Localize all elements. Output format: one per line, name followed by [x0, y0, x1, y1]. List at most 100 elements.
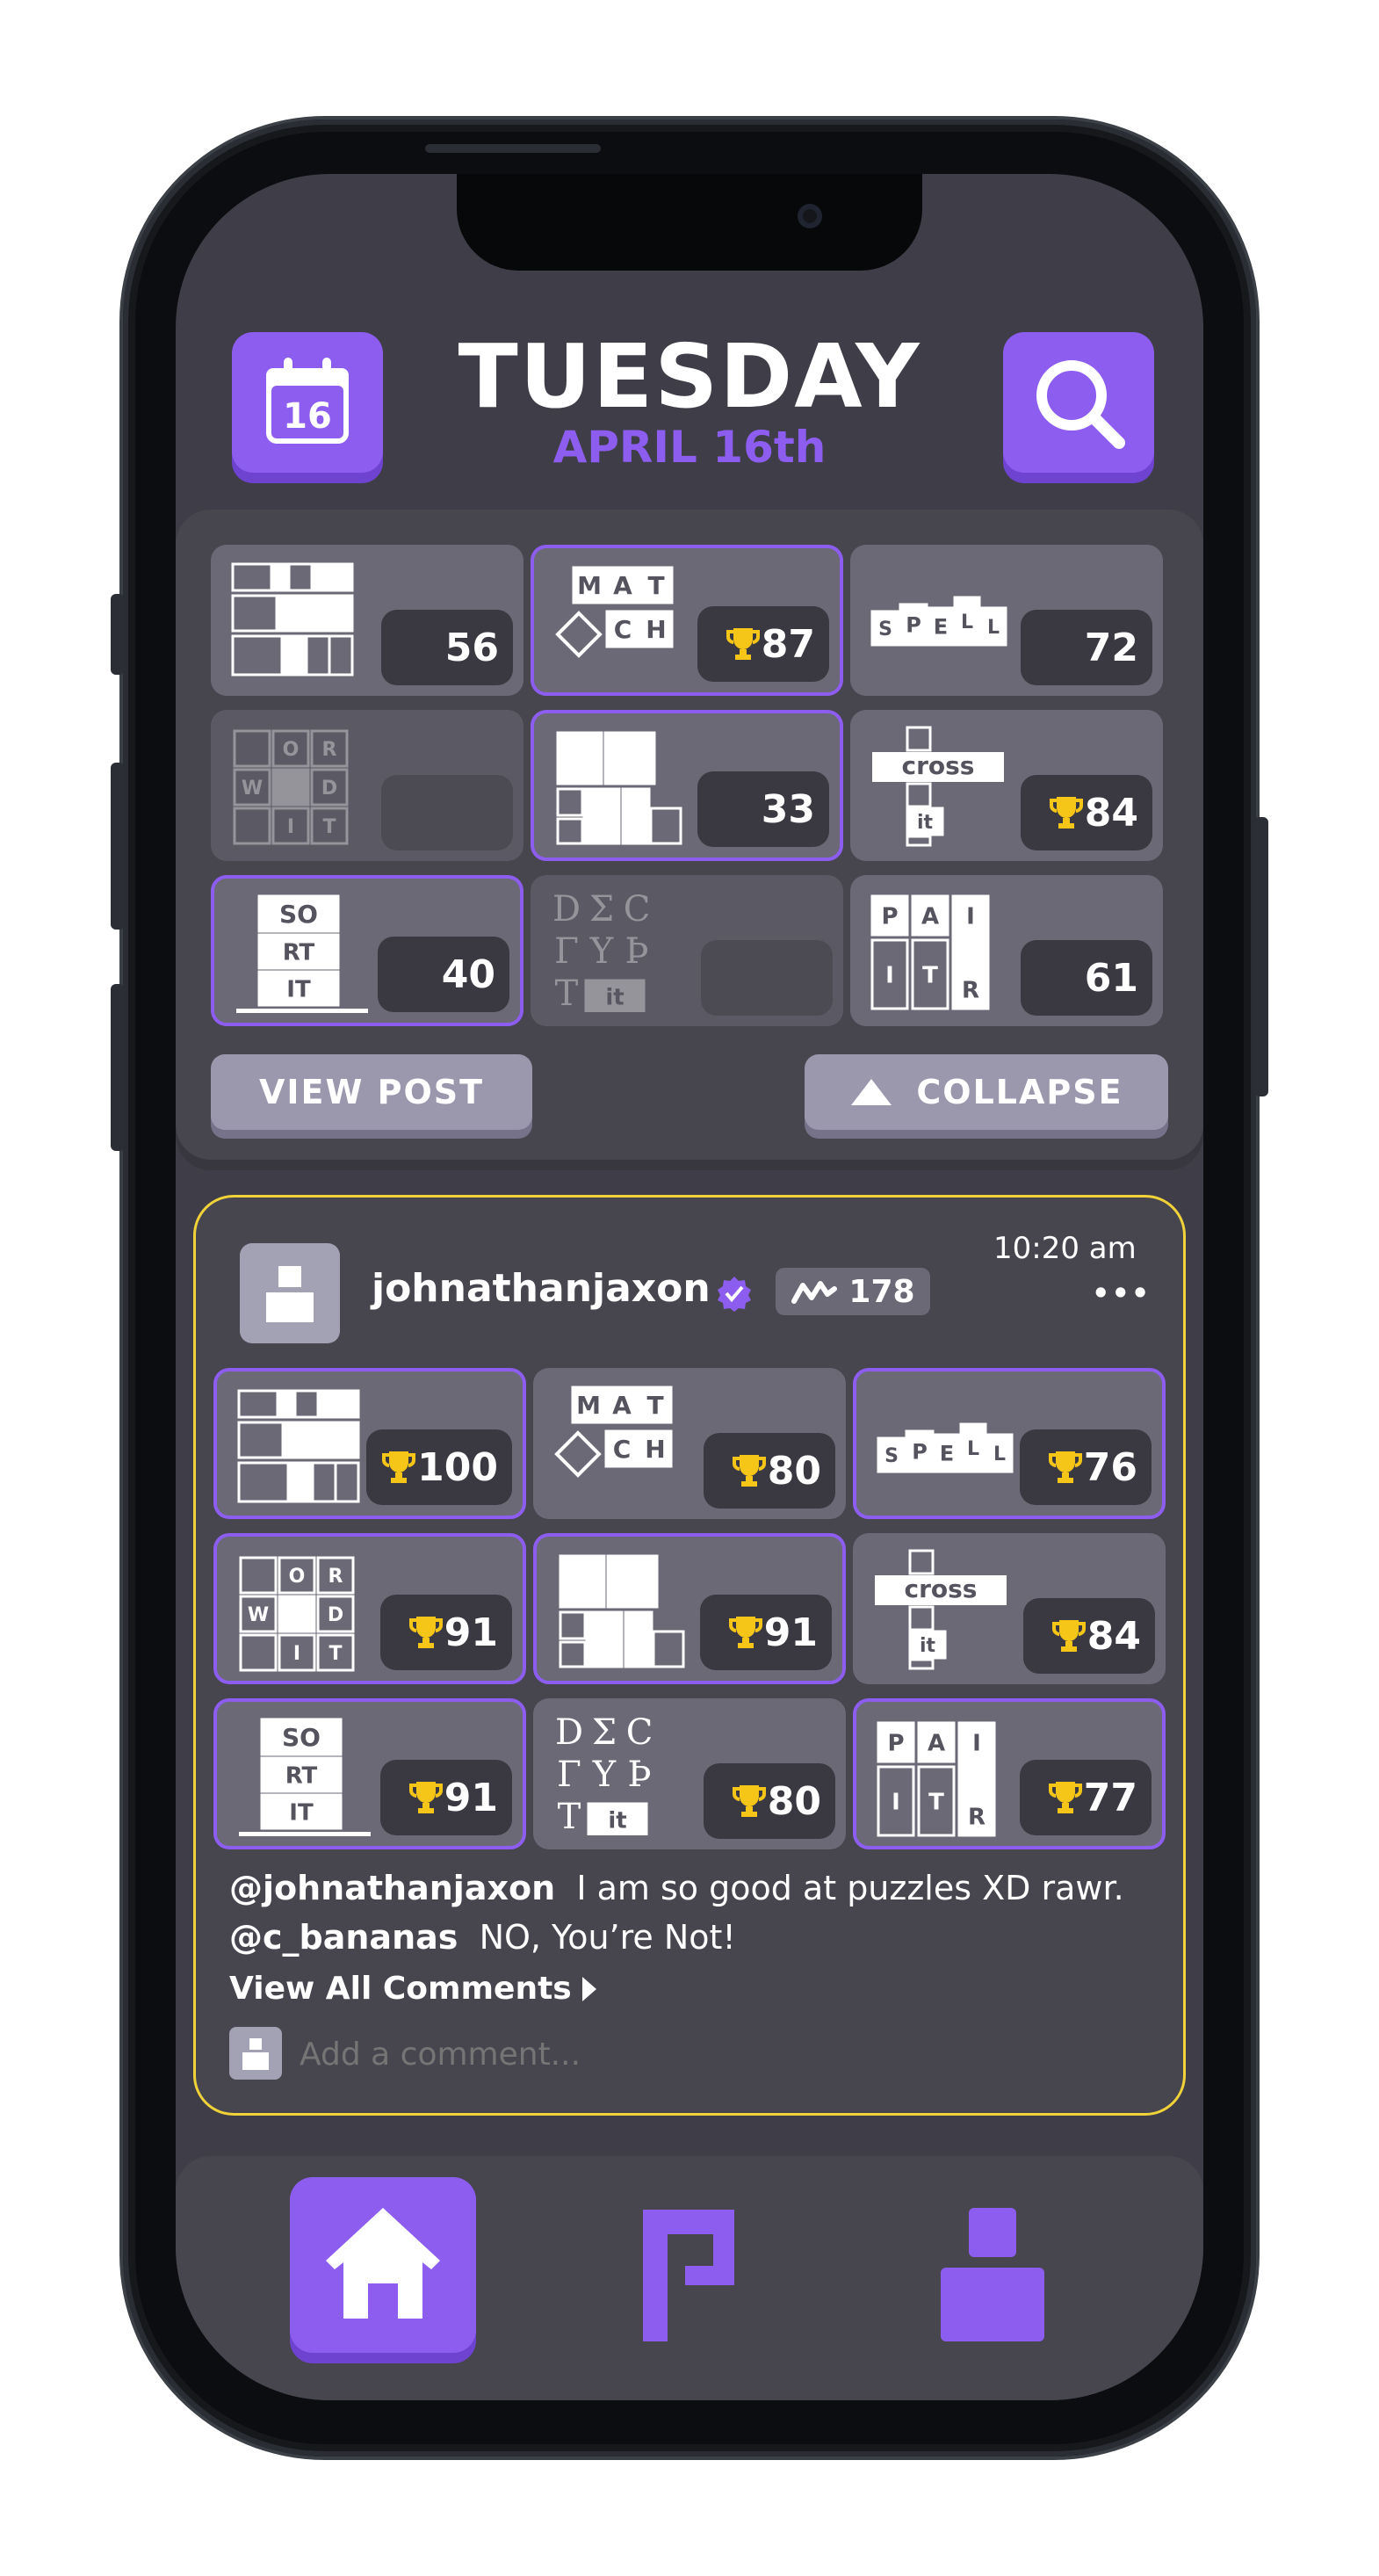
svg-text:P: P: [906, 613, 921, 638]
tile-match-it[interactable]: M A T C H 87: [531, 545, 843, 696]
svg-text:I: I: [966, 903, 975, 930]
score-badge: 100: [366, 1429, 512, 1505]
my-results-panel: 56 M A T C H 87 S P E L L 72 O R W D I T 33 cross it 84 SO RT IT 4…: [176, 510, 1203, 1160]
streak-badge: 178: [776, 1268, 930, 1315]
tile-pair-it[interactable]: P A I T R I 77: [853, 1698, 1166, 1849]
score-value: 80: [767, 1448, 821, 1494]
svg-text:D: D: [552, 889, 581, 930]
tile-spell-it[interactable]: S P E L L 72: [850, 545, 1163, 696]
comment-1-user[interactable]: @johnathanjaxon: [229, 1869, 555, 1907]
comment-2-text: NO, You’re Not!: [479, 1918, 736, 1957]
tile-cross-it[interactable]: cross it 84: [853, 1533, 1166, 1684]
svg-text:C: C: [614, 615, 632, 644]
tile-word-it[interactable]: O R W D I T 91: [213, 1533, 526, 1684]
svg-text:Σ: Σ: [592, 1712, 617, 1753]
comment-1: @johnathanjaxon I am so good at puzzles …: [229, 1869, 1124, 1907]
notch: [457, 174, 922, 271]
more-options-button[interactable]: •••: [1092, 1277, 1151, 1310]
svg-text:A: A: [613, 571, 632, 600]
add-comment-input[interactable]: [298, 2027, 916, 2081]
score-badge: 61: [1021, 940, 1152, 1016]
score-value: 91: [763, 1610, 818, 1655]
svg-text:A: A: [921, 903, 939, 930]
score-value: 87: [761, 621, 815, 667]
tile-box-it[interactable]: 56: [211, 545, 523, 696]
tile-pair-it[interactable]: P A I T R I 61: [850, 875, 1163, 1026]
speaker: [425, 144, 601, 153]
nav-profile[interactable]: [896, 2200, 1089, 2349]
svg-text:S: S: [878, 619, 892, 640]
chevron-right-icon: [581, 1976, 596, 2001]
volume-down-button: [111, 984, 125, 1151]
profile-icon: [941, 2208, 1044, 2341]
svg-text:I: I: [293, 1643, 300, 1665]
svg-text:Γ: Γ: [554, 931, 579, 972]
trophy-icon: [408, 1617, 443, 1648]
view-all-comments-link[interactable]: View All Comments: [229, 1971, 598, 2007]
spell-it-logo: SPELL: [877, 1422, 1014, 1473]
svg-text:L: L: [987, 617, 1000, 639]
score-badge: 91: [700, 1595, 832, 1670]
post-username[interactable]: johnathanjaxon: [372, 1266, 711, 1311]
word-it-logo: O RW DI T: [239, 1556, 355, 1672]
camera: [798, 204, 822, 228]
svg-text:T: T: [928, 1789, 944, 1815]
tile-box-it[interactable]: 100: [213, 1368, 526, 1519]
score-badge: 33: [697, 771, 829, 847]
svg-text:T: T: [555, 973, 579, 1012]
score-value: 76: [1083, 1444, 1137, 1490]
power-button: [1254, 817, 1268, 1096]
svg-text:I: I: [972, 1730, 981, 1756]
svg-text:L: L: [961, 611, 973, 633]
svg-text:A: A: [612, 1391, 632, 1420]
nav-puzzles[interactable]: [592, 2200, 785, 2349]
tile-decrypt-it[interactable]: D Σ C Γ Y Þ Tit 80: [533, 1698, 846, 1849]
svg-text:cross: cross: [902, 751, 975, 780]
tile-fit-it[interactable]: 33: [531, 710, 843, 861]
trophy-icon: [732, 1785, 766, 1817]
pair-it-logo: P AI TRI: [870, 894, 990, 1010]
avatar[interactable]: [240, 1243, 340, 1343]
score-value: 33: [761, 786, 815, 832]
tile-decrypt-it[interactable]: D Σ C Γ Y Þ Tit: [531, 875, 843, 1026]
word-it-logo: O RW DI T: [233, 729, 349, 845]
search-button[interactable]: [1003, 332, 1154, 473]
svg-text:R: R: [962, 977, 979, 1003]
svg-text:T: T: [322, 816, 336, 838]
nav-home[interactable]: [290, 2177, 476, 2353]
tile-cross-it[interactable]: cross it 84: [850, 710, 1163, 861]
tile-spell-it[interactable]: S P E L L 76: [853, 1368, 1166, 1519]
tile-fit-it[interactable]: 91: [533, 1533, 846, 1684]
cross-it-logo: cross it: [875, 1549, 1007, 1670]
score-badge: 40: [378, 937, 509, 1012]
score-value: 56: [444, 625, 499, 670]
trophy-icon: [408, 1782, 443, 1813]
svg-text:P: P: [887, 1730, 904, 1756]
bottom-nav: [176, 2156, 1203, 2400]
svg-text:D: D: [328, 1604, 343, 1626]
tile-sort-it[interactable]: SO RT IT 91: [213, 1698, 526, 1849]
svg-text:O: O: [283, 739, 300, 761]
svg-text:H: H: [646, 615, 666, 644]
tile-word-it[interactable]: OR W D I T: [211, 710, 523, 861]
svg-text:it: it: [917, 812, 934, 834]
collapse-button[interactable]: COLLAPSE: [805, 1054, 1168, 1130]
svg-text:IT: IT: [286, 976, 311, 1002]
trophy-icon: [1051, 1620, 1086, 1652]
spell-it-logo: SPELL: [870, 596, 1007, 647]
mute-switch: [111, 594, 125, 675]
score-value: 84: [1084, 790, 1138, 836]
score-badge: 56: [381, 610, 513, 685]
score-badge: 84: [1021, 775, 1152, 850]
trophy-icon: [1048, 1451, 1082, 1483]
svg-text:D: D: [321, 778, 337, 800]
verified-icon: [718, 1277, 751, 1312]
decrypt-it-logo: D Σ C Γ Y Þ T it: [555, 1712, 653, 1835]
view-post-button[interactable]: VIEW POST: [211, 1054, 532, 1130]
tile-sort-it[interactable]: SO RT IT 40: [211, 875, 523, 1026]
svg-text:O: O: [289, 1566, 306, 1588]
svg-text:it: it: [608, 1807, 626, 1834]
tile-match-it[interactable]: M A T C H 80: [533, 1368, 846, 1519]
comment-2-user[interactable]: @c_bananas: [229, 1918, 458, 1957]
svg-text:IT: IT: [289, 1799, 314, 1826]
